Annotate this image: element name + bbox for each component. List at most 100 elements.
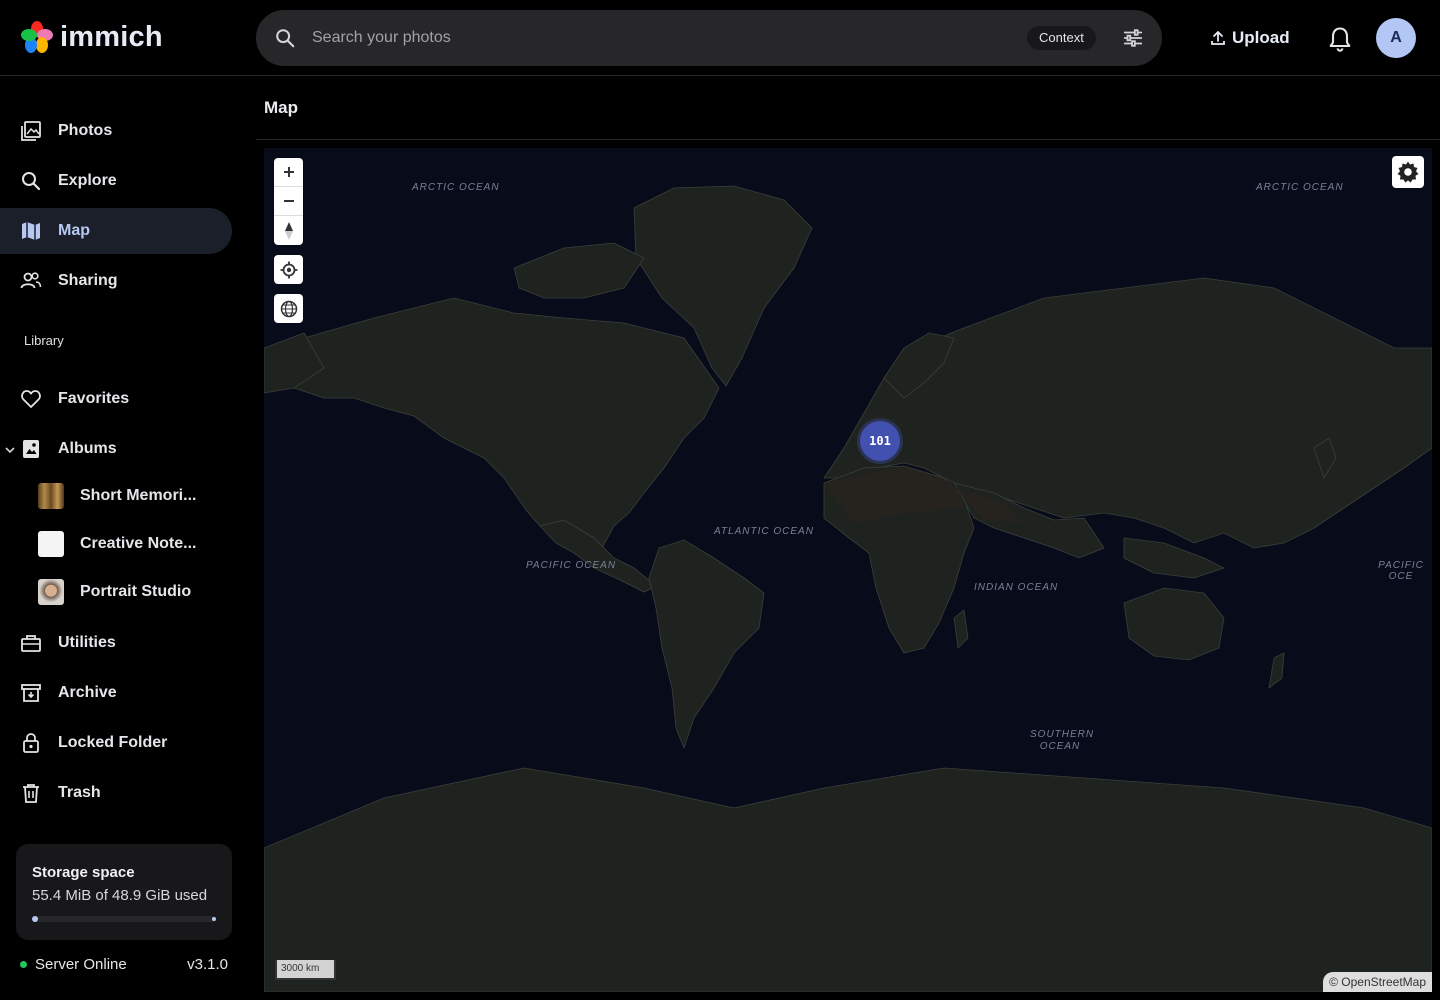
sidebar-item-label: Map [58, 222, 90, 239]
globe-icon [280, 300, 297, 317]
photos-icon [20, 120, 42, 142]
toolbox-icon [20, 632, 42, 654]
sidebar-item-label: Trash [58, 784, 101, 801]
ocean-label-pacific: PACIFIC OCEAN [526, 560, 617, 571]
storage-panel: Storage space 55.4 MiB of 48.9 GiB used [16, 844, 232, 940]
magnify-icon [20, 170, 42, 192]
sidebar-item-label: Sharing [58, 272, 118, 289]
immich-logo-icon [21, 21, 53, 53]
sidebar: Photos Explore Map Sharing Library Favor… [0, 76, 248, 1000]
user-avatar[interactable]: A [1376, 18, 1416, 58]
server-status-text: Server Online [35, 956, 127, 973]
sidebar-item-label: Locked Folder [58, 734, 168, 751]
album-item-portrait-studio[interactable]: Portrait Studio [38, 577, 191, 607]
storage-title: Storage space [32, 864, 135, 881]
server-status: Server Online v3.1.0 [20, 956, 228, 973]
plus-icon [283, 167, 294, 177]
server-online-indicator [20, 961, 27, 968]
notifications-bell-icon[interactable] [1326, 25, 1354, 53]
library-heading: Library [24, 333, 64, 348]
sidebar-item-label: Albums [58, 440, 117, 457]
album-label: Creative Note... [80, 535, 197, 552]
storage-progress-end [212, 917, 216, 921]
storage-progress-fill [32, 916, 38, 922]
upload-button[interactable]: Upload [1210, 22, 1290, 54]
minus-icon [283, 200, 294, 202]
album-thumbnail [38, 579, 64, 605]
reset-bearing-button[interactable] [274, 216, 303, 245]
storage-usage-text: 55.4 MiB of 48.9 GiB used [32, 887, 208, 904]
landmass-new-zealand [1268, 652, 1285, 689]
search-bar: Context [256, 10, 1162, 66]
geolocate-button[interactable] [274, 255, 303, 284]
upload-icon [1211, 31, 1225, 45]
album-label: Short Memori... [80, 487, 197, 504]
logo-text: immich [60, 20, 163, 53]
sidebar-item-archive[interactable]: Archive [0, 670, 232, 716]
album-item-creative-notes[interactable]: Creative Note... [38, 529, 196, 559]
top-bar: immich Context Upload A [0, 0, 1440, 76]
ocean-label-pacific: PACIFIC OCE [1378, 560, 1424, 582]
photo-cluster-marker[interactable]: 101 [860, 421, 900, 461]
sidebar-item-favorites[interactable]: Favorites [0, 376, 232, 422]
sidebar-item-label: Favorites [58, 390, 130, 407]
landmass-southeast-asia [1123, 537, 1226, 579]
map-zoom-controls [274, 158, 303, 245]
sidebar-item-photos[interactable]: Photos [0, 108, 232, 154]
ocean-label-arctic: ARCTIC OCEAN [1256, 182, 1344, 193]
search-icon[interactable] [274, 27, 296, 49]
gear-icon [1397, 161, 1419, 183]
sidebar-item-locked-folder[interactable]: Locked Folder [0, 720, 232, 766]
ocean-label-arctic: ARCTIC OCEAN [412, 182, 500, 193]
sidebar-item-label: Photos [58, 122, 113, 139]
search-input[interactable] [312, 10, 1012, 66]
people-icon [20, 270, 42, 292]
context-toggle-button[interactable]: Context [1027, 26, 1096, 50]
album-thumbnail [38, 483, 64, 509]
sidebar-item-utilities[interactable]: Utilities [0, 620, 232, 666]
album-icon [20, 438, 42, 460]
map-settings-button[interactable] [1392, 156, 1424, 188]
ocean-label-indian: INDIAN OCEAN [974, 582, 1059, 593]
search-filter-icon[interactable] [1122, 27, 1144, 49]
compass-icon [284, 221, 293, 240]
globe-projection-button[interactable] [274, 294, 303, 323]
landmass-arctic-islands [513, 242, 645, 299]
map-attribution[interactable]: © OpenStreetMap [1323, 972, 1432, 992]
landmass-north-america [273, 297, 720, 549]
ocean-label-southern: SOUTHERN OCEAN [1030, 729, 1095, 752]
landmass-madagascar [953, 609, 969, 649]
heart-icon [20, 388, 42, 410]
sidebar-item-explore[interactable]: Explore [0, 158, 232, 204]
page-title: Map [264, 98, 298, 117]
ocean-label-atlantic: ATLANTIC OCEAN [714, 526, 814, 537]
album-thumbnail [38, 531, 64, 557]
archive-icon [20, 682, 42, 704]
map-scale-bar: 3000 km [275, 960, 336, 980]
landmass-south-america [648, 539, 765, 750]
sidebar-item-label: Explore [58, 172, 117, 189]
map-land-layer [264, 185, 1432, 992]
map-icon [20, 220, 42, 242]
landmass-australia [1123, 587, 1225, 661]
divider [256, 139, 1440, 140]
storage-progress-bar [32, 916, 216, 922]
trash-icon [20, 782, 42, 804]
server-version[interactable]: v3.1.0 [187, 956, 228, 973]
immich-logo[interactable]: immich [20, 20, 163, 54]
zoom-out-button[interactable] [274, 187, 303, 216]
zoom-in-button[interactable] [274, 158, 303, 187]
sidebar-item-sharing[interactable]: Sharing [0, 258, 232, 304]
lock-icon [20, 732, 42, 754]
sidebar-item-trash[interactable]: Trash [0, 770, 232, 816]
sidebar-item-label: Archive [58, 684, 117, 701]
album-label: Portrait Studio [80, 583, 192, 600]
upload-label: Upload [1232, 28, 1290, 47]
landmass-antarctica [264, 767, 1432, 992]
sidebar-item-label: Utilities [58, 634, 116, 651]
world-map[interactable]: ARCTIC OCEAN ARCTIC OCEAN ATLANTIC OCEAN… [264, 148, 1432, 992]
sidebar-item-albums[interactable]: Albums [0, 426, 232, 472]
sidebar-item-map[interactable]: Map [0, 208, 232, 254]
locate-icon [280, 261, 297, 278]
album-item-short-memories[interactable]: Short Memori... [38, 481, 196, 511]
